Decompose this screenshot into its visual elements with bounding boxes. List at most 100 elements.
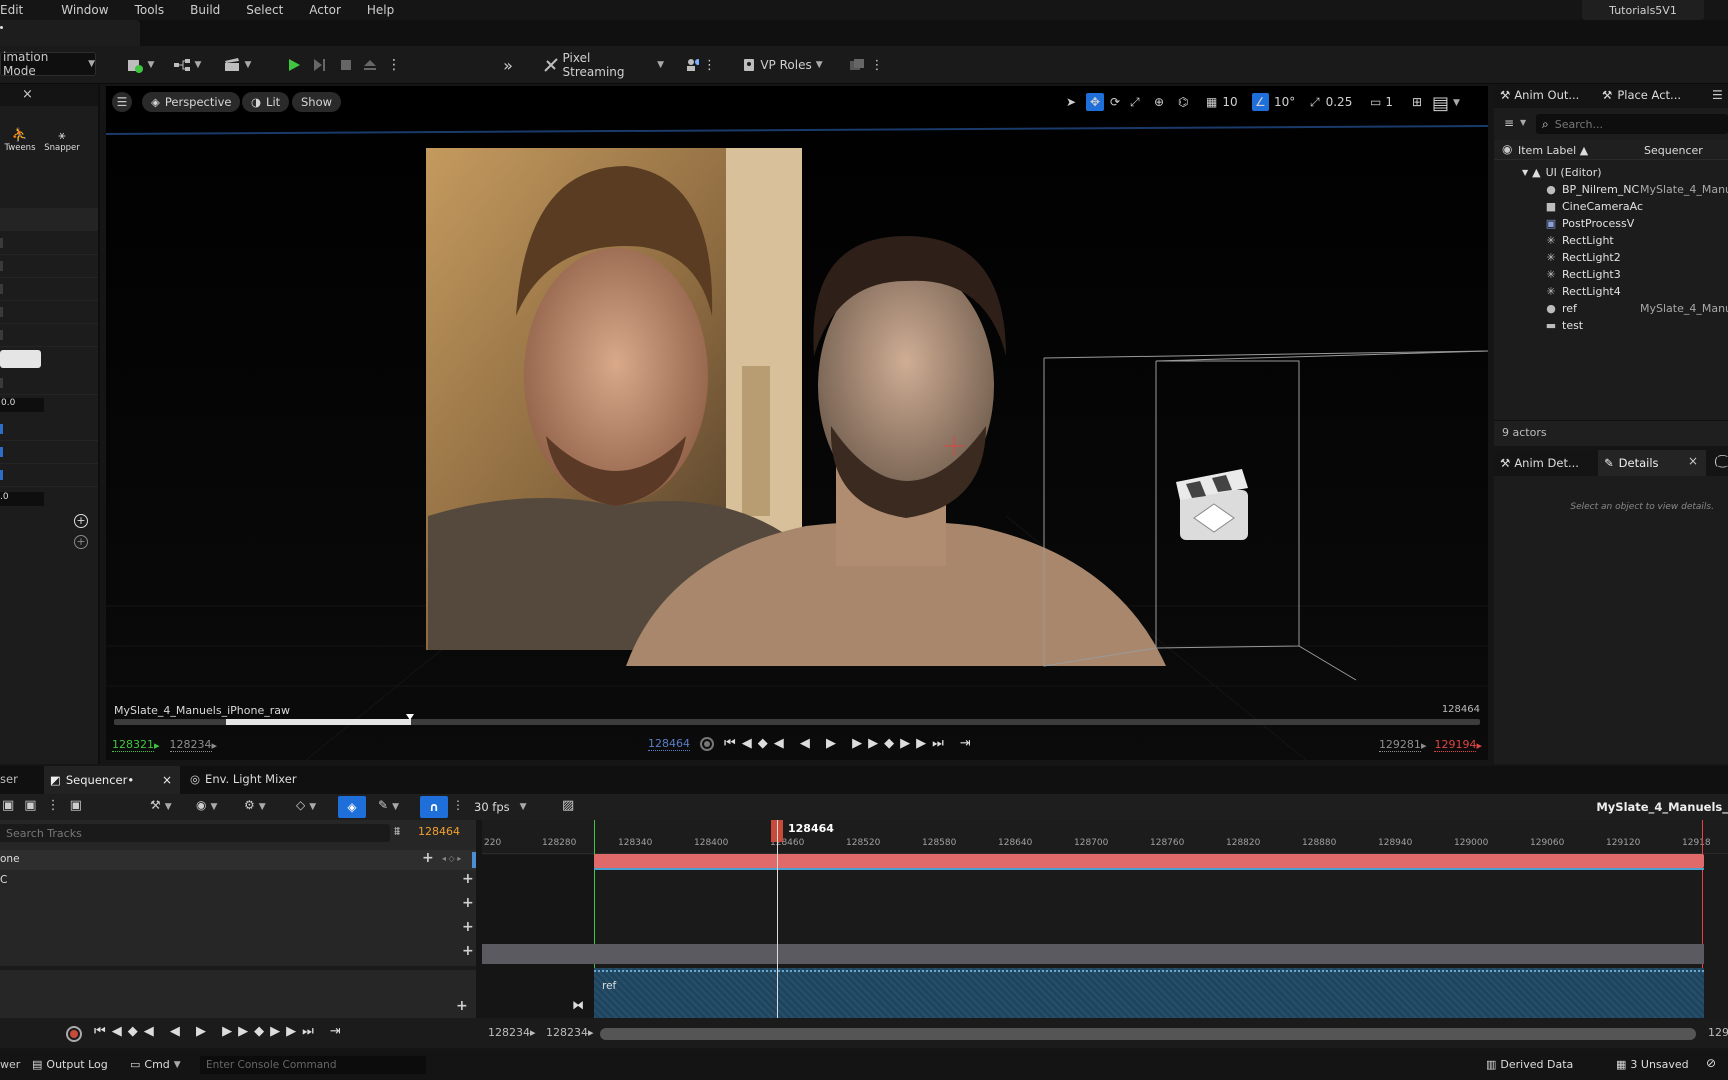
snap-options-icon[interactable]: ⋮ (452, 798, 464, 812)
lit-button[interactable]: ◑ Lit (242, 92, 290, 112)
level-viewport[interactable]: ☰ ◈ Perspective ◑ Lit Show ➤ ✥ ⟳ ⤢ ⊕ ⌬ ▦ 10… (106, 86, 1488, 760)
mode-select[interactable]: imation Mode ▼ (0, 50, 96, 78)
vp-roles-button[interactable]: VP Roles ▼ (742, 52, 824, 78)
outliner-row[interactable]: RectLight4 (1562, 285, 1621, 301)
world-space-icon[interactable]: ⊕ (1154, 93, 1164, 111)
pin-icon[interactable]: (⁐ (1714, 455, 1727, 468)
show-button[interactable]: Show (292, 92, 342, 112)
filter-icon[interactable]: ≡ (1504, 116, 1514, 130)
eject-button[interactable] (360, 52, 380, 78)
outliner-menu-icon[interactable]: ☰ (1712, 88, 1723, 102)
menu-select[interactable]: Select (246, 3, 283, 17)
unsaved-button[interactable]: ▦ 3 Unsaved (1616, 1058, 1689, 1071)
record-icon[interactable] (66, 1026, 82, 1042)
column-item-label[interactable]: Item Label ▲ (1518, 144, 1588, 157)
scrub-handle-icon[interactable] (406, 714, 414, 720)
tab-env-light-mixer[interactable]: ◎ Env. Light Mixer (190, 772, 297, 786)
section-handle-icon[interactable]: ⧓ (572, 998, 584, 1012)
key-dropdown[interactable]: ◇ ▼ (296, 798, 316, 812)
level-tab[interactable] (0, 20, 140, 46)
rotate-icon[interactable]: ⟳ (1110, 93, 1120, 111)
cmd-dropdown[interactable]: ▭ Cmd ▼ (130, 1058, 181, 1071)
sequencer-timeline[interactable]: 220 128280 128340 128400 128460 128520 1… (482, 820, 1728, 1018)
surface-snap-icon[interactable]: ⌬ (1178, 93, 1188, 111)
add-circle-icon[interactable]: + (74, 514, 88, 528)
add-circle-icon[interactable]: + (74, 535, 88, 549)
camera-speed-button[interactable]: ▭ 1 (1370, 93, 1393, 111)
value-field-2[interactable]: .0 (0, 492, 44, 506)
viewport-menu-icon[interactable]: ☰ (112, 92, 132, 112)
layout-icon[interactable]: ⊞ (1412, 93, 1422, 111)
time-ruler[interactable] (482, 820, 1728, 854)
menu-edit[interactable]: Edit (0, 3, 23, 17)
outliner-row[interactable]: BP_Nilrem_NC (1562, 183, 1642, 199)
add-icon[interactable]: + (462, 943, 474, 959)
end-frame-gray[interactable]: 129281 (1378, 738, 1421, 752)
value-field-1[interactable]: 0.0 (0, 398, 44, 412)
pixel-streaming-button[interactable]: Pixel Streaming ▼ (544, 51, 664, 79)
current-frame-readout[interactable]: 128464 (418, 825, 460, 838)
fps-dropdown[interactable]: 30 fps ▼ (474, 800, 527, 814)
add-icon[interactable]: + (462, 871, 474, 887)
transport-icons[interactable]: ⏮◀◆◀ ◀ ▶ ▶▶◆▶▶⏭ ⇥ (724, 736, 977, 751)
angle-snap-toggle[interactable]: ∠ (1252, 93, 1269, 111)
outliner-row[interactable]: RectLight (1562, 234, 1614, 250)
output-log-button[interactable]: ▤ Output Log (32, 1058, 108, 1071)
select-mode-icon[interactable]: ➤ (1066, 93, 1076, 111)
tab-sequencer[interactable]: ◩ Sequencer• × (44, 766, 180, 794)
range-start-2[interactable]: 128234▸ (546, 1026, 594, 1039)
add-icon[interactable]: + (462, 919, 474, 935)
play-options-icon[interactable]: ⋮ (387, 52, 401, 78)
wrench-dropdown[interactable]: ⚒ ▼ (150, 798, 172, 812)
outliner-search-input[interactable]: ⌕ Search... (1536, 114, 1728, 134)
column-sequencer[interactable]: Sequencer (1644, 144, 1703, 157)
current-frame[interactable]: 128464 (648, 737, 690, 751)
content-drawer[interactable]: wer (0, 1058, 20, 1071)
outliner-row[interactable]: CineCameraAc (1562, 200, 1643, 216)
outliner-row[interactable]: ref (1562, 302, 1577, 318)
scale-icon[interactable]: ⤢ (1130, 93, 1140, 111)
add-icon[interactable]: + (422, 850, 434, 866)
snapper-tool[interactable]: ⚹ Snapper (42, 128, 82, 153)
end-frame-red[interactable]: 129194 (1434, 738, 1477, 752)
add-actor-button[interactable]: ▼ (124, 52, 156, 78)
close-icon[interactable]: × (1688, 454, 1698, 468)
grid-snap-button[interactable]: ▦ 10 (1206, 93, 1238, 111)
menu-tools[interactable]: Tools (135, 3, 165, 17)
translate-icon[interactable]: ✥ (1086, 93, 1104, 111)
transport-icons[interactable]: ⏮◀◆◀ ◀ ▶ ▶▶◆▶▶⏭ ⇥ (94, 1024, 347, 1039)
source-control-button[interactable]: ⋮ (848, 52, 884, 78)
angle-snap-value[interactable]: 10° (1274, 93, 1295, 111)
playback-options-dropdown[interactable]: ⚙ ▼ (244, 798, 266, 812)
view-dropdown[interactable]: ◉ ▼ (196, 798, 217, 812)
snap-toggle[interactable]: ∩ (420, 796, 448, 818)
derived-data-button[interactable]: ▥ Derived Data (1486, 1058, 1573, 1071)
edit-dropdown[interactable]: ✎ ▼ (378, 798, 399, 812)
expand-toolbar-icon[interactable]: » (498, 52, 518, 78)
sequencer-tool-icons[interactable]: ▣▣⋮▣ (2, 798, 92, 813)
stop-button[interactable] (336, 52, 356, 78)
multiuser-button[interactable]: ⋮ (686, 52, 716, 78)
tweens-tool[interactable]: ⛹ Tweens (2, 128, 38, 153)
visibility-eye-icon[interactable]: ◉ (1502, 142, 1512, 156)
search-tracks-input[interactable]: Search Tracks (0, 824, 390, 842)
close-icon[interactable]: × (162, 773, 172, 787)
auto-key-toggle[interactable]: ◈ (338, 796, 366, 818)
curve-editor-icon[interactable]: ▨ (562, 798, 574, 813)
key-nav-icons[interactable]: ◂ ◇ ▸ (442, 854, 461, 863)
tree-root-ui-editor[interactable]: ▼ ▲ UI (Editor) (1522, 166, 1602, 179)
play-button[interactable] (284, 52, 304, 78)
record-icon[interactable] (700, 736, 714, 751)
blueprint-button[interactable]: ▼ (170, 52, 204, 78)
scale-snap-button[interactable]: ⤢ 0.25 (1310, 93, 1352, 111)
menu-help[interactable]: Help (367, 3, 394, 17)
menu-actor[interactable]: Actor (309, 3, 341, 17)
timeline-scrollbar[interactable] (600, 1028, 1696, 1040)
track-row[interactable] (0, 850, 476, 870)
filter-icon[interactable]: ⩩ (394, 824, 400, 839)
start-frame-green[interactable]: 128321 (112, 738, 154, 752)
viewport-layout-dropdown[interactable]: ▤ ▼ (1432, 93, 1460, 114)
perspective-button[interactable]: ◈ Perspective (142, 92, 241, 112)
add-icon[interactable]: + (456, 998, 468, 1014)
track-section-red[interactable] (594, 854, 1704, 868)
